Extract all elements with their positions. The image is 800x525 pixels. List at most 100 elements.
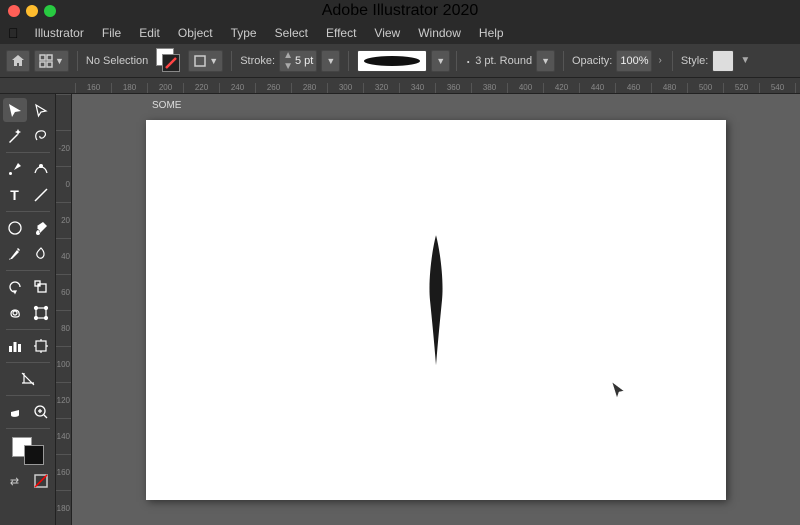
v-ruler-mark: 100 <box>56 346 71 382</box>
opacity-label: Opacity: <box>572 55 612 67</box>
chart-tool[interactable] <box>3 334 27 358</box>
ruler-mark: 240 <box>219 83 255 93</box>
rotate-tool[interactable] <box>3 275 27 299</box>
shape-tool[interactable] <box>3 216 27 240</box>
close-button[interactable] <box>8 5 20 17</box>
canvas-area[interactable]: SOME <box>72 94 800 525</box>
pencil-tool[interactable] <box>3 242 27 266</box>
direct-selection-tool[interactable] <box>29 98 53 122</box>
style-swatch[interactable] <box>712 50 734 72</box>
v-ruler-mark: 40 <box>56 238 71 274</box>
v-ruler-mark: -20 <box>56 130 71 166</box>
menu-illustrator[interactable]: Illustrator <box>27 24 92 42</box>
fill-stroke-swatch[interactable] <box>156 48 184 74</box>
no-selection-label: No Selection <box>86 55 148 67</box>
scale-tool[interactable] <box>29 275 53 299</box>
brush-preview[interactable] <box>357 50 427 72</box>
hand-tool[interactable] <box>3 400 27 424</box>
color-swatches <box>10 435 46 467</box>
ruler-mark: 160 <box>75 83 111 93</box>
curvature-tool[interactable] <box>29 157 53 181</box>
ruler-mark: 560 <box>795 83 800 93</box>
pen-tool[interactable] <box>3 157 27 181</box>
menu-window[interactable]: Window <box>410 24 469 42</box>
zoom-tool[interactable] <box>29 400 53 424</box>
stroke-value: 5 pt <box>295 55 313 67</box>
tool-row-8 <box>3 301 53 325</box>
ruler-mark: 500 <box>687 83 723 93</box>
left-toolbar: T <box>0 94 56 525</box>
tool-row-3 <box>3 157 53 181</box>
artboard-label: SOME <box>152 100 181 111</box>
menu-file[interactable]: File <box>94 24 129 42</box>
menu-select[interactable]: Select <box>267 24 316 42</box>
lasso-tool[interactable] <box>29 124 53 148</box>
menu-effect[interactable]: Effect <box>318 24 364 42</box>
ruler-mark: 180 <box>111 83 147 93</box>
brush-label: 3 pt. Round <box>475 55 532 67</box>
app-title: Adobe Illustrator 2020 <box>322 2 479 20</box>
free-transform-tool[interactable] <box>29 301 53 325</box>
ruler-mark: 520 <box>723 83 759 93</box>
menu-object[interactable]: Object <box>170 24 221 42</box>
ruler-mark: 440 <box>579 83 615 93</box>
minimize-button[interactable] <box>26 5 38 17</box>
traffic-lights <box>8 5 56 17</box>
stroke-value-control[interactable]: ▲▼ 5 pt <box>279 50 317 72</box>
stroke-dropdown[interactable]: ▼ <box>321 50 340 72</box>
v-ruler-mark: 0 <box>56 166 71 202</box>
slice-tool[interactable] <box>16 367 40 391</box>
swap-fill-stroke[interactable]: ⇄ <box>3 469 27 493</box>
apple-logo[interactable]:  <box>8 25 19 41</box>
appearance-button[interactable]: ▼ <box>188 50 223 72</box>
ruler-mark: 320 <box>363 83 399 93</box>
tool-row-7 <box>3 275 53 299</box>
menu-view[interactable]: View <box>366 24 408 42</box>
tool-row-6 <box>3 242 53 266</box>
control-toolbar: ▼ No Selection ▼ Stroke: ▲▼ 5 pt ▼ <box>0 44 800 78</box>
opacity-expand[interactable]: › <box>656 53 663 68</box>
brush-type-dropdown[interactable]: ▼ <box>536 50 555 72</box>
v-ruler-mark: 80 <box>56 310 71 346</box>
stroke-swatch[interactable] <box>24 445 44 465</box>
style-expand[interactable]: ▼ <box>738 53 752 68</box>
brush-dropdown[interactable]: ▼ <box>431 50 450 72</box>
tool-row-2 <box>3 124 53 148</box>
ruler-mark: 380 <box>471 83 507 93</box>
home-button[interactable] <box>6 50 30 72</box>
line-tool[interactable] <box>29 183 53 207</box>
ruler-mark: 480 <box>651 83 687 93</box>
main-area: T <box>0 94 800 525</box>
canvas-container: -20 0 20 40 60 80 100 120 140 160 180 SO… <box>56 94 800 525</box>
shaper-tool[interactable] <box>29 242 53 266</box>
v-ruler-mark: 120 <box>56 382 71 418</box>
none-swatch[interactable] <box>29 469 53 493</box>
maximize-button[interactable] <box>44 5 56 17</box>
vertical-ruler: -20 0 20 40 60 80 100 120 140 160 180 <box>56 94 72 525</box>
tool-row-1 <box>3 98 53 122</box>
v-ruler-mark <box>56 94 71 130</box>
ruler-mark: 340 <box>399 83 435 93</box>
warp-tool[interactable] <box>3 301 27 325</box>
menu-help[interactable]: Help <box>471 24 512 42</box>
v-ruler-mark: 160 <box>56 454 71 490</box>
menu-edit[interactable]: Edit <box>131 24 168 42</box>
tool-row-10 <box>16 367 40 391</box>
menu-type[interactable]: Type <box>223 24 265 42</box>
artboard-tool[interactable] <box>29 334 53 358</box>
mouse-cursor <box>610 380 626 405</box>
ruler-marks: 160 180 200 220 240 260 280 300 320 340 … <box>75 83 800 93</box>
artboard[interactable] <box>146 120 726 500</box>
tool-row-4: T <box>3 183 53 207</box>
selection-tool[interactable] <box>3 98 27 122</box>
opacity-value[interactable]: 100% <box>616 50 652 72</box>
text-tool[interactable]: T <box>3 183 27 207</box>
workspace-button[interactable]: ▼ <box>34 50 69 72</box>
ruler-mark: 280 <box>291 83 327 93</box>
tool-row-11 <box>3 400 53 424</box>
tool-row-9 <box>3 334 53 358</box>
v-ruler-mark: 20 <box>56 202 71 238</box>
paintbrush-tool[interactable] <box>29 216 53 240</box>
ruler-mark: 260 <box>255 83 291 93</box>
magic-wand-tool[interactable] <box>3 124 27 148</box>
